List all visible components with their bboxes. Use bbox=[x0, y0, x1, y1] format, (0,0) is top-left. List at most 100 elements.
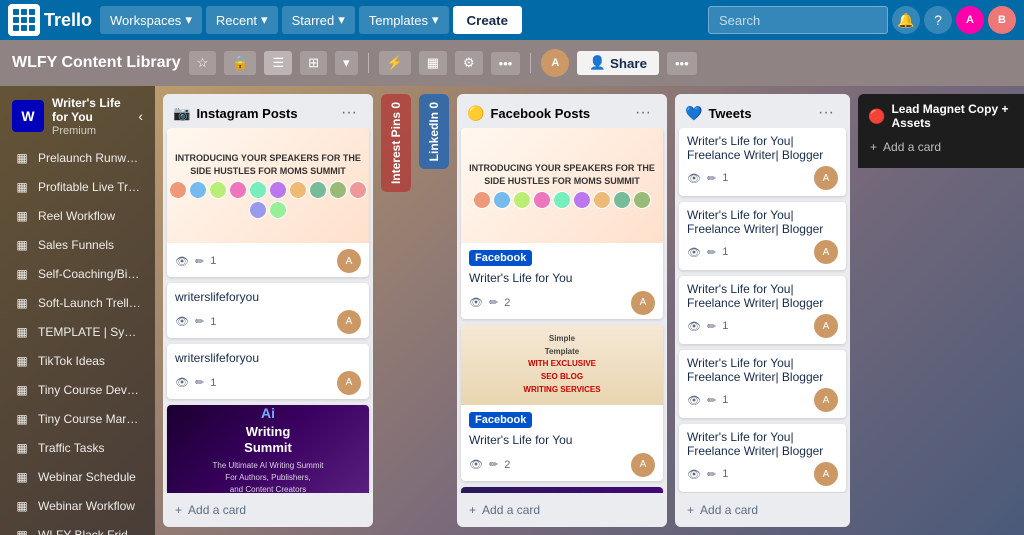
board-icon: ▦ bbox=[14, 295, 30, 311]
workspaces-button[interactable]: Workspaces ▾ bbox=[100, 6, 202, 34]
card-instagram-3[interactable]: writerslifeforyou 👁 ✏ 1 A bbox=[167, 344, 369, 399]
sidebar-item-blackfriday[interactable]: ▦ WLFY Black Friday SOS bbox=[4, 521, 151, 535]
card-title: writerslifeforyou bbox=[175, 350, 361, 367]
user-avatar-alt[interactable]: B bbox=[988, 6, 1016, 34]
tweet-content: Writer's Life for You| Freelance Writer|… bbox=[679, 128, 846, 196]
tweet-card-3[interactable]: Writer's Life for You| Freelance Writer|… bbox=[679, 276, 846, 344]
plus-icon: + bbox=[870, 140, 877, 154]
column-menu-button[interactable]: ··· bbox=[629, 102, 657, 124]
sidebar-item-sales[interactable]: ▦ Sales Funnels bbox=[4, 231, 151, 259]
sidebar-item-softlaunch[interactable]: ▦ Soft-Launch Trello Board bbox=[4, 289, 151, 317]
sidebar-item-label: TikTok Ideas bbox=[38, 354, 105, 368]
create-button[interactable]: Create bbox=[453, 6, 523, 34]
board-menu-button[interactable]: ••• bbox=[667, 52, 697, 75]
lock-button[interactable]: 🔒 bbox=[224, 51, 256, 75]
board-icon: ▦ bbox=[14, 208, 30, 224]
eye-icon: 👁 bbox=[687, 172, 701, 185]
sidebar-collapse-button[interactable]: ‹ bbox=[138, 108, 143, 124]
edit-icon: ✏ bbox=[489, 296, 498, 309]
recent-button[interactable]: Recent ▾ bbox=[206, 6, 278, 34]
board-icon: ▦ bbox=[14, 382, 30, 398]
card-member-avatar: A bbox=[337, 310, 361, 334]
sidebar-item-selfcoach[interactable]: ▦ Self-Coaching/Big Dream Inc... bbox=[4, 260, 151, 288]
board-icon: ▦ bbox=[14, 150, 30, 166]
sidebar-item-tinymkt[interactable]: ▦ Tiny Course Marketing Planner bbox=[4, 405, 151, 433]
speaker-avatar bbox=[513, 191, 531, 209]
card-facebook-1[interactable]: INTRODUCING YOUR SPEAKERS FOR THESIDE HU… bbox=[461, 128, 663, 319]
tweet-card-4[interactable]: Writer's Life for You| Freelance Writer|… bbox=[679, 350, 846, 418]
templates-button[interactable]: Templates ▾ bbox=[359, 6, 449, 34]
card-count: 1 bbox=[210, 255, 216, 267]
add-card-inline-leadmagnet[interactable]: + Add a card bbox=[862, 134, 1024, 160]
tweet-title: Writer's Life for You| Freelance Writer|… bbox=[687, 134, 838, 162]
card-count: 1 bbox=[210, 316, 216, 328]
speaker-avatar bbox=[613, 191, 631, 209]
column-menu-button[interactable]: ··· bbox=[812, 102, 840, 124]
trello-logo[interactable]: Trello bbox=[8, 4, 92, 36]
view-more-button[interactable]: ▾ bbox=[335, 51, 358, 75]
eye-icon: 👁 bbox=[687, 468, 701, 481]
column-linkedin-vertical[interactable]: LinkedIn 0 bbox=[419, 94, 449, 169]
plus-icon: + bbox=[687, 503, 694, 517]
card-meta: 👁 ✏ 1 A bbox=[175, 249, 361, 273]
add-card-button-instagram[interactable]: + Add a card bbox=[167, 497, 369, 523]
column-title-leadmagnet: Lead Magnet Copy + Assets bbox=[891, 102, 1016, 130]
sidebar-item-template[interactable]: ▦ TEMPLATE | Systems + Proc... bbox=[4, 318, 151, 346]
column-facebook: 🟡 Facebook Posts ··· INTRODUCING YOUR SP… bbox=[457, 94, 667, 527]
card-edit: ✏ bbox=[195, 315, 204, 328]
automation-button[interactable]: ⚙ bbox=[455, 51, 483, 75]
board-member-avatar: A bbox=[541, 49, 569, 77]
starred-button[interactable]: Starred ▾ bbox=[282, 6, 355, 34]
column-body-leadmagnet: + Add a card bbox=[858, 134, 1024, 160]
add-card-button-facebook[interactable]: + Add a card bbox=[461, 497, 663, 523]
card-label-facebook: Facebook bbox=[469, 250, 532, 266]
sidebar-item-label: Webinar Workflow bbox=[38, 499, 135, 513]
speaker-avatar bbox=[209, 181, 227, 199]
help-button[interactable]: ? bbox=[924, 6, 952, 34]
card-instagram-2[interactable]: writerslifeforyou 👁 ✏ 1 A bbox=[167, 283, 369, 338]
view-grid-button[interactable]: ⊞ bbox=[300, 51, 327, 75]
sidebar-item-profitable[interactable]: ▦ Profitable Live Training Tasks bbox=[4, 173, 151, 201]
tweet-card-2[interactable]: Writer's Life for You| Freelance Writer|… bbox=[679, 202, 846, 270]
column-interest-vertical[interactable]: Interest Pins 0 bbox=[381, 94, 411, 192]
sidebar-item-traffic[interactable]: ▦ Traffic Tasks bbox=[4, 434, 151, 462]
share-button[interactable]: 👤 Share bbox=[577, 51, 659, 75]
tweet-meta: 👁✏1 A bbox=[687, 240, 838, 264]
tweet-card-5[interactable]: Writer's Life for You| Freelance Writer|… bbox=[679, 424, 846, 492]
column-menu-button[interactable]: ··· bbox=[1020, 105, 1024, 127]
sidebar-item-webinarwf[interactable]: ▦ Webinar Workflow bbox=[4, 492, 151, 520]
sidebar-item-reel[interactable]: ▦ Reel Workflow bbox=[4, 202, 151, 230]
sidebar-item-webinar[interactable]: ▦ Webinar Schedule bbox=[4, 463, 151, 491]
column-menu-button[interactable]: ··· bbox=[335, 102, 363, 124]
tweet-meta: 👁✏1 A bbox=[687, 462, 838, 486]
power-button[interactable]: ⚡ bbox=[379, 51, 411, 75]
sidebar-item-prelaunch[interactable]: ▦ Prelaunch Runway Content C... bbox=[4, 144, 151, 172]
more-options-button[interactable]: ••• bbox=[491, 52, 521, 75]
card-facebook-2[interactable]: SimpleTemplateWITH EXCLUSIVESEO BLOGWRIT… bbox=[461, 325, 663, 481]
edit-icon: ✏ bbox=[707, 468, 716, 481]
sidebar-item-label: WLFY Black Friday SOS bbox=[38, 528, 141, 535]
view-list-button[interactable]: ☰ bbox=[264, 51, 292, 75]
card-instagram-4[interactable]: Ai WritingSummit The Ultimate AI Writing… bbox=[167, 405, 369, 493]
card-edit: ✏ bbox=[195, 255, 204, 268]
tweet-card-1[interactable]: Writer's Life for You| Freelance Writer|… bbox=[679, 128, 846, 196]
notifications-button[interactable]: 🔔 bbox=[892, 6, 920, 34]
user-avatar[interactable]: A bbox=[956, 6, 984, 34]
tweet-meta: 👁✏1 A bbox=[687, 388, 838, 412]
eye-icon: 👁 bbox=[687, 246, 701, 259]
sidebar-header: W Writer's Life for You Premium ‹ bbox=[0, 86, 155, 143]
add-card-button-tweets[interactable]: + Add a card bbox=[679, 497, 846, 523]
workspace-type: Premium bbox=[52, 125, 130, 137]
filter-button[interactable]: ▦ bbox=[419, 51, 447, 75]
sidebar-item-tinycourse[interactable]: ▦ Tiny Course Development bbox=[4, 376, 151, 404]
sidebar-item-label: Soft-Launch Trello Board bbox=[38, 296, 141, 310]
board-icon: ▦ bbox=[14, 324, 30, 340]
tweet-title: Writer's Life for You| Freelance Writer|… bbox=[687, 430, 838, 458]
speaker-avatar bbox=[269, 181, 287, 199]
card-instagram-1[interactable]: INTRODUCING YOUR SPEAKERS FOR THESIDE HU… bbox=[167, 128, 369, 277]
board-icon: ▦ bbox=[14, 498, 30, 514]
search-input[interactable] bbox=[708, 6, 888, 34]
star-board-button[interactable]: ☆ bbox=[189, 51, 217, 75]
sidebar-item-tiktok[interactable]: ▦ TikTok Ideas bbox=[4, 347, 151, 375]
sidebar: W Writer's Life for You Premium ‹ ▦ Prel… bbox=[0, 86, 155, 535]
